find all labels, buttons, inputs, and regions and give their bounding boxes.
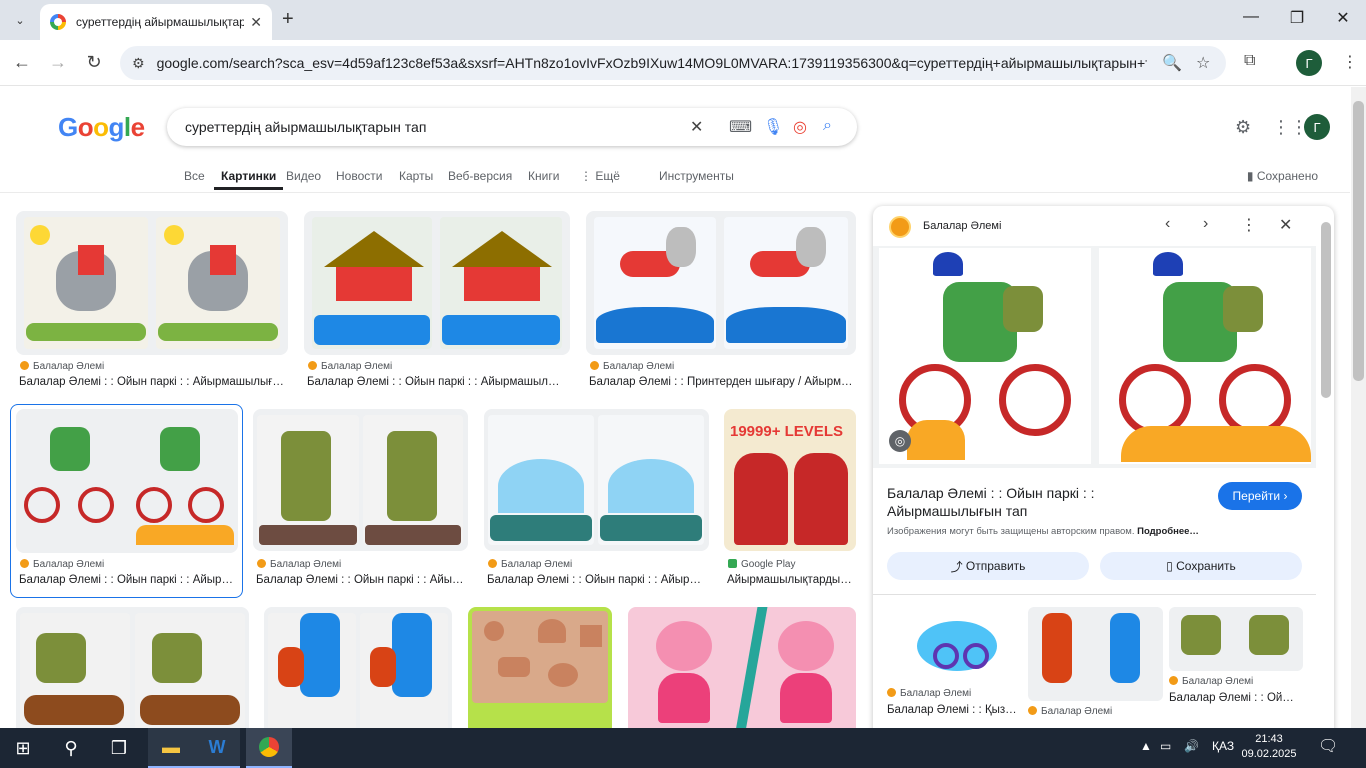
divider [873,594,1316,595]
learn-more-link[interactable]: Подробнее… [1137,526,1199,537]
tray-expand-icon[interactable]: ▲ [1140,739,1152,753]
volume-icon[interactable]: 🔊 [1184,739,1199,753]
address-bar[interactable]: ⚙ google.com/search?sca_esv=4d59af123c8e… [120,46,1226,80]
result-source: Балалар Әлемі [308,361,392,372]
panel-scrollbar[interactable] [1321,222,1331,398]
windows-taskbar: ⊞ ⚲ ❒ ▬ W ▲ ▭ 🔊 ҚАЗ 21:43 09.02.2025 🗨 [0,728,1366,768]
word-icon[interactable]: W [194,728,240,768]
related-source: Балалар Әлемі [1028,706,1112,717]
input-language[interactable]: ҚАЗ [1212,739,1234,753]
visit-button[interactable]: Перейти › [1218,482,1302,510]
panel-site-name[interactable]: Балалар Әлемі [923,220,1001,232]
preview-image[interactable]: ◎ [873,246,1316,468]
notifications-icon[interactable]: 🗨 [1318,736,1338,756]
task-view-icon[interactable]: ❒ [96,728,142,768]
result-source: Балалар Әлемі [20,559,104,570]
close-panel-icon[interactable]: ✕ [1279,215,1292,235]
result-source: Балалар Әлемі [590,361,674,372]
browser-tab[interactable]: суреттердің айырмашылықтар ✕ [40,4,272,40]
result-caption[interactable]: Балалар Әлемі : : Принтерден шығару / Ай… [589,376,855,388]
system-clock[interactable]: 21:43 09.02.2025 [1240,732,1298,762]
start-windows-icon[interactable]: ⊞ [0,728,46,768]
tab-title: суреттердің айырмашылықтар [76,15,245,29]
result-thumbnail-shapes[interactable] [468,607,612,728]
google-results-page: Google суреттердің айырмашылықтарын тап … [0,87,1350,728]
panel-header: Балалар Әлемі ‹ › ⋮ ✕ [873,206,1334,246]
related-thumbnail-hiker[interactable] [1028,607,1163,701]
browser-toolbar: ← → ↻ ⚙ google.com/search?sca_esv=4d59af… [0,40,1366,86]
share-icon: ⤴ [950,559,966,574]
reload-button[interactable]: ↻ [83,52,105,73]
result-thumbnail-elephant[interactable] [16,211,288,355]
copyright-note: Изображения могут быть защищены авторски… [887,526,1199,537]
result-thumbnail-pig[interactable] [628,607,856,728]
related-source: Балалар Әлемі [887,688,971,699]
image-grid: Балалар Әлемі Балалар Әлемі : : Ойын пар… [0,87,870,728]
site-favicon-icon [889,216,911,238]
account-avatar[interactable]: Г [1304,114,1330,140]
bookmark-star-icon[interactable]: ☆ [1196,53,1210,73]
back-button[interactable]: ← [11,52,33,73]
next-image-icon[interactable]: › [1203,215,1208,233]
profile-avatar[interactable]: Г [1296,50,1322,76]
result-thumbnail-game-app[interactable]: 19999+ LEVELS [724,409,856,551]
page-scrollbar[interactable] [1351,87,1366,728]
share-button[interactable]: ⤴ Отправить [887,552,1089,580]
new-tab-button[interactable]: + [282,8,294,30]
site-info-icon[interactable]: ⚙ [132,55,145,72]
extensions-icon[interactable]: ⧉ [1244,52,1255,70]
browser-menu-icon[interactable]: ⋮ [1342,52,1358,72]
settings-gear-icon[interactable]: ⚙ [1235,117,1251,138]
bookmark-icon: ▯ [1166,559,1177,573]
zoom-icon[interactable]: 🔍 [1162,53,1182,73]
tab-strip: ⌄ суреттердің айырмашылықтар ✕ + — ❐ ✕ [0,0,1366,40]
previous-image-icon[interactable]: ‹ [1165,215,1170,233]
result-thumbnail-explorer[interactable] [16,607,249,728]
result-caption[interactable]: Айырмашылықтарды… [727,574,855,586]
close-tab-icon[interactable]: ✕ [250,14,262,31]
result-caption[interactable]: Балалар Әлемі : : Ойын паркі : : Айыр… [487,574,707,586]
related-thumbnail-explorer[interactable] [1169,607,1303,671]
related-thumbnail-cyclist[interactable] [887,607,1022,682]
result-thumbnail-robot[interactable] [253,409,468,551]
result-thumbnail-hiker[interactable] [264,607,452,728]
related-caption[interactable]: Балалар Әлемі : : Ой… [1169,692,1303,704]
result-thumbnail-cyclist[interactable] [16,409,238,553]
related-source: Балалар Әлемі [1169,676,1253,687]
result-source: Балалар Әлемі [20,361,104,372]
related-caption[interactable]: Балалар Әлемі : : Қыз… [887,704,1021,716]
result-source: Балалар Әлемі [488,559,572,570]
save-button[interactable]: ▯ Сохранить [1100,552,1302,580]
file-explorer-icon[interactable]: ▬ [148,728,194,768]
network-icon[interactable]: ▭ [1160,739,1171,753]
thumb-levels-text: 19999+ LEVELS [730,423,843,440]
chrome-icon[interactable] [246,728,292,768]
result-thumbnail-igloo[interactable] [484,409,709,551]
lens-search-icon[interactable]: ◎ [889,430,911,452]
image-preview-panel: Балалар Әлемі ‹ › ⋮ ✕ ◎ Балалар Әлемі : … [873,206,1334,728]
minimize-button[interactable]: — [1236,8,1266,26]
forward-button[interactable]: → [47,52,69,73]
more-options-icon[interactable]: ⋮ [1241,215,1257,235]
result-caption[interactable]: Балалар Әлемі : : Ойын паркі : : Айы… [256,574,467,586]
url-text: google.com/search?sca_esv=4d59af123c8ef5… [156,55,1147,71]
result-thumbnail-hut[interactable] [304,211,570,355]
result-caption[interactable]: Балалар Әлемі : : Ойын паркі : : Айырмаш… [307,376,569,388]
result-thumbnail-plane[interactable] [586,211,856,355]
saved-link[interactable]: ▮ Сохранено [1247,169,1318,183]
google-favicon-icon [50,14,66,30]
tab-search-button[interactable]: ⌄ [8,8,32,32]
panel-title[interactable]: Балалар Әлемі : : Ойын паркі : : Айырмаш… [887,484,1207,520]
result-caption[interactable]: Балалар Әлемі : : Ойын паркі : : Айырмаш… [19,376,287,388]
close-window-button[interactable]: ✕ [1328,8,1358,28]
result-source: Балалар Әлемі [257,559,341,570]
result-source: Google Play [728,559,795,570]
restore-button[interactable]: ❐ [1282,8,1312,28]
apps-grid-icon[interactable]: ⋮⋮ [1272,117,1308,138]
search-taskbar-icon[interactable]: ⚲ [48,728,94,768]
result-caption[interactable]: Балалар Әлемі : : Ойын паркі : : Айыр… [19,574,237,586]
